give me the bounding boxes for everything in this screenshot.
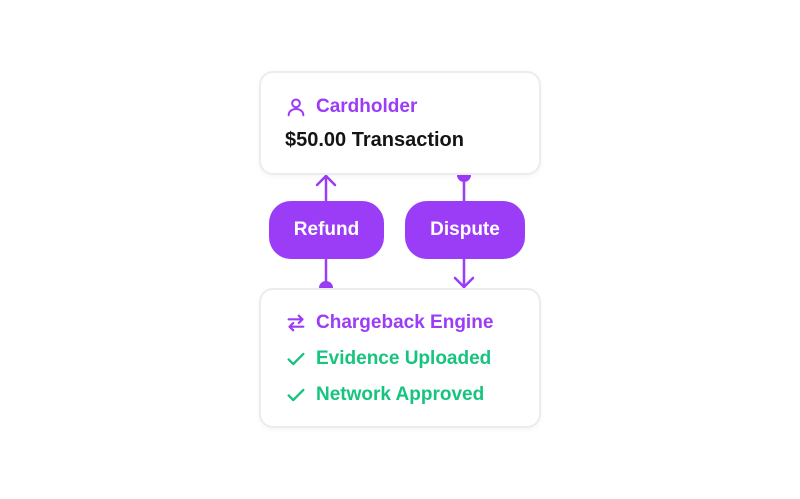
cardholder-card: Cardholder $50.00 Transaction — [259, 71, 541, 175]
swap-arrows-icon — [285, 312, 307, 334]
engine-title-row: Chargeback Engine — [285, 309, 493, 337]
engine-title: Chargeback Engine — [316, 312, 494, 333]
cardholder-title-row: Cardholder — [285, 93, 417, 121]
step-label: Evidence Uploaded — [316, 348, 492, 369]
step-network-approved: Network Approved — [285, 381, 484, 409]
transaction-amount: $50.00 Transaction — [285, 129, 464, 151]
dispute-down-arrow — [453, 257, 475, 289]
chargeback-engine-card: Chargeback Engine Evidence Uploaded Netw… — [259, 288, 541, 428]
step-evidence-uploaded: Evidence Uploaded — [285, 345, 491, 373]
cardholder-title: Cardholder — [316, 96, 418, 117]
refund-button[interactable]: Refund — [269, 201, 384, 259]
dispute-button[interactable]: Dispute — [405, 201, 525, 259]
refund-up-arrow — [315, 173, 337, 203]
user-icon — [285, 96, 307, 118]
check-icon — [285, 348, 307, 370]
step-label: Network Approved — [316, 384, 485, 405]
check-icon — [285, 384, 307, 406]
